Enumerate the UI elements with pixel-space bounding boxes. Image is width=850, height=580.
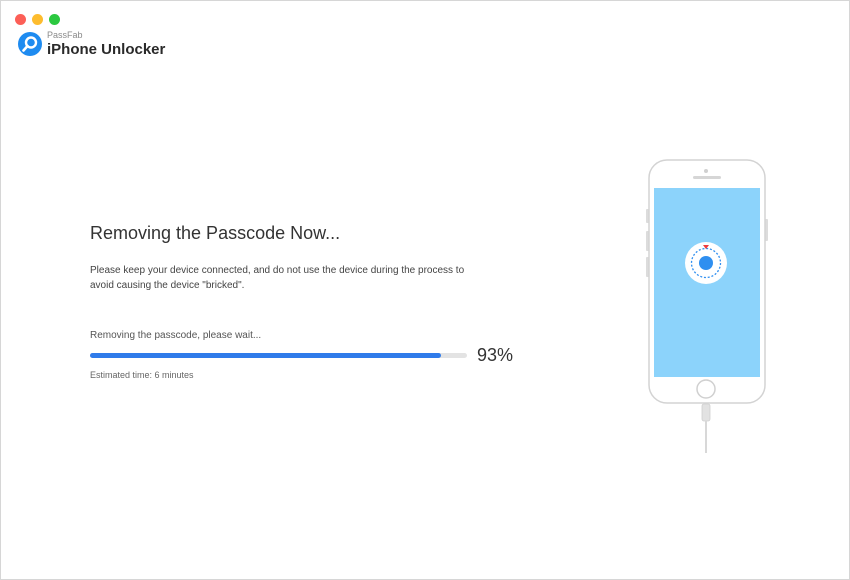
app-logo: PassFab iPhone Unlocker [17,31,165,57]
progress-status-text: Removing the passcode, please wait... [90,330,262,341]
iphone-illustration [646,159,768,459]
instruction-text: Please keep your device connected, and d… [90,265,465,291]
progress-row: 93% [90,345,530,366]
iphone-graphic [646,159,768,453]
brand-name: PassFab [47,30,83,40]
progress-bar [90,353,467,358]
app-window: PassFab iPhone Unlocker Removing the Pas… [0,0,850,580]
home-button-icon [696,379,716,399]
product-name: iPhone Unlocker [47,41,166,58]
minimize-window-button[interactable] [32,14,43,25]
passfab-logo-icon [18,32,42,56]
progress-bar-fill [90,353,441,358]
progress-percent: 93% [477,345,514,365]
window-controls [15,14,60,25]
page-title: Removing the Passcode Now... [90,223,341,243]
lock-dial-icon [685,242,727,284]
close-window-button[interactable] [15,14,26,25]
maximize-window-button[interactable] [49,14,60,25]
lightning-cable-icon [701,403,711,422]
estimated-time: Estimated time: 6 minutes [90,370,194,380]
progress-panel: Removing the Passcode Now... Please keep… [90,223,530,380]
